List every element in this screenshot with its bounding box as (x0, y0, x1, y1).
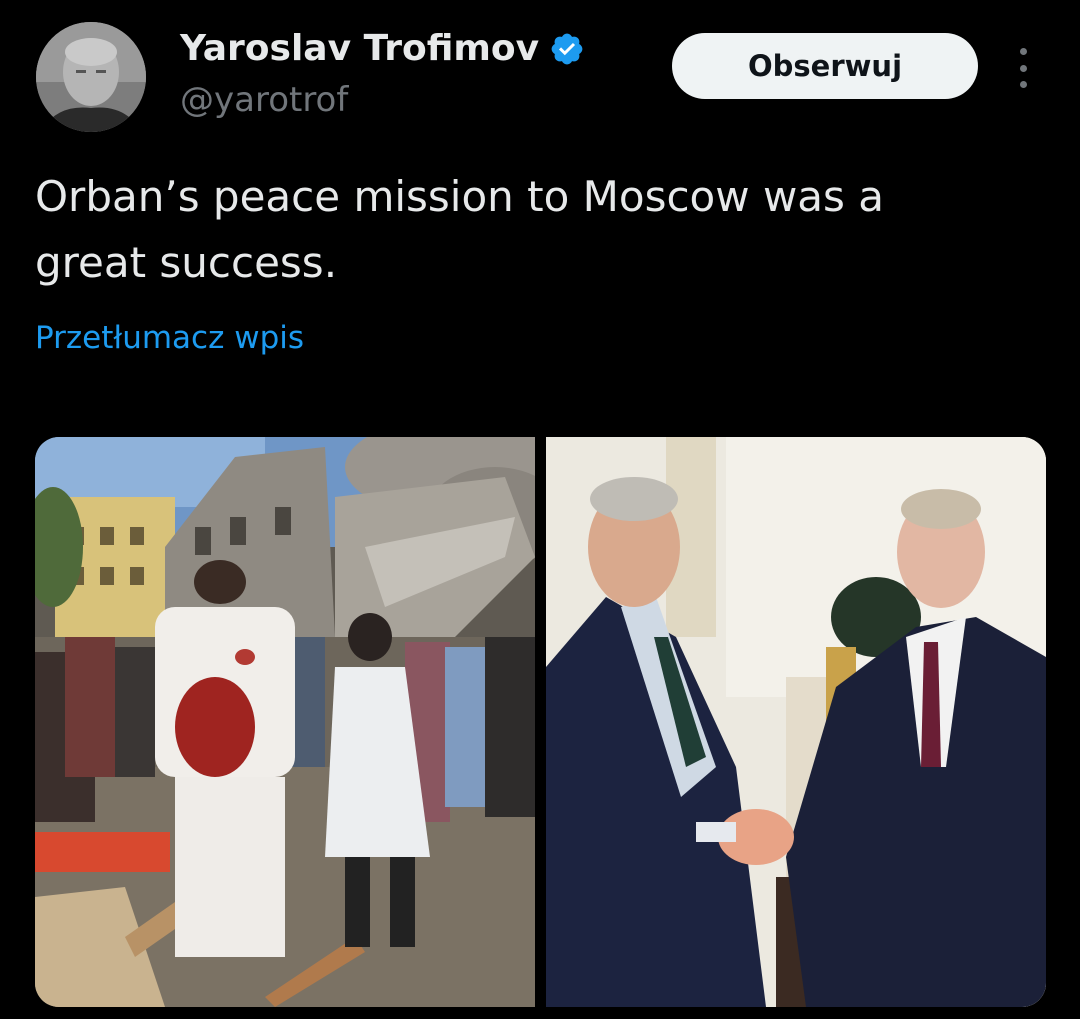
avatar-image (36, 22, 146, 132)
author-name[interactable]: Yaroslav Trofimov (180, 28, 539, 69)
tweet-text: Orban’s peace mission to Moscow was a gr… (35, 172, 885, 287)
display-name[interactable]: Yaroslav Trofimov (180, 28, 585, 69)
author-handle[interactable]: @yarotrof (180, 80, 348, 120)
rubble-photo-image (35, 437, 535, 1007)
handshake-photo-image (546, 437, 1046, 1007)
media-photo-handshake[interactable] (546, 437, 1046, 1007)
more-dot (1019, 81, 1027, 88)
tweet-view: Yaroslav Trofimov @yarotrof Obserwuj Orb… (0, 0, 1080, 1019)
more-dot (1019, 64, 1027, 72)
more-vertical-icon[interactable] (1010, 48, 1036, 88)
more-dot (1019, 48, 1027, 55)
media-grid (35, 437, 1046, 1007)
translate-link[interactable]: Przetłumacz wpis (35, 320, 304, 356)
verified-badge-icon (551, 33, 583, 64)
avatar[interactable] (36, 22, 146, 132)
follow-button[interactable]: Obserwuj (672, 33, 978, 99)
media-photo-rubble[interactable] (35, 437, 535, 1007)
